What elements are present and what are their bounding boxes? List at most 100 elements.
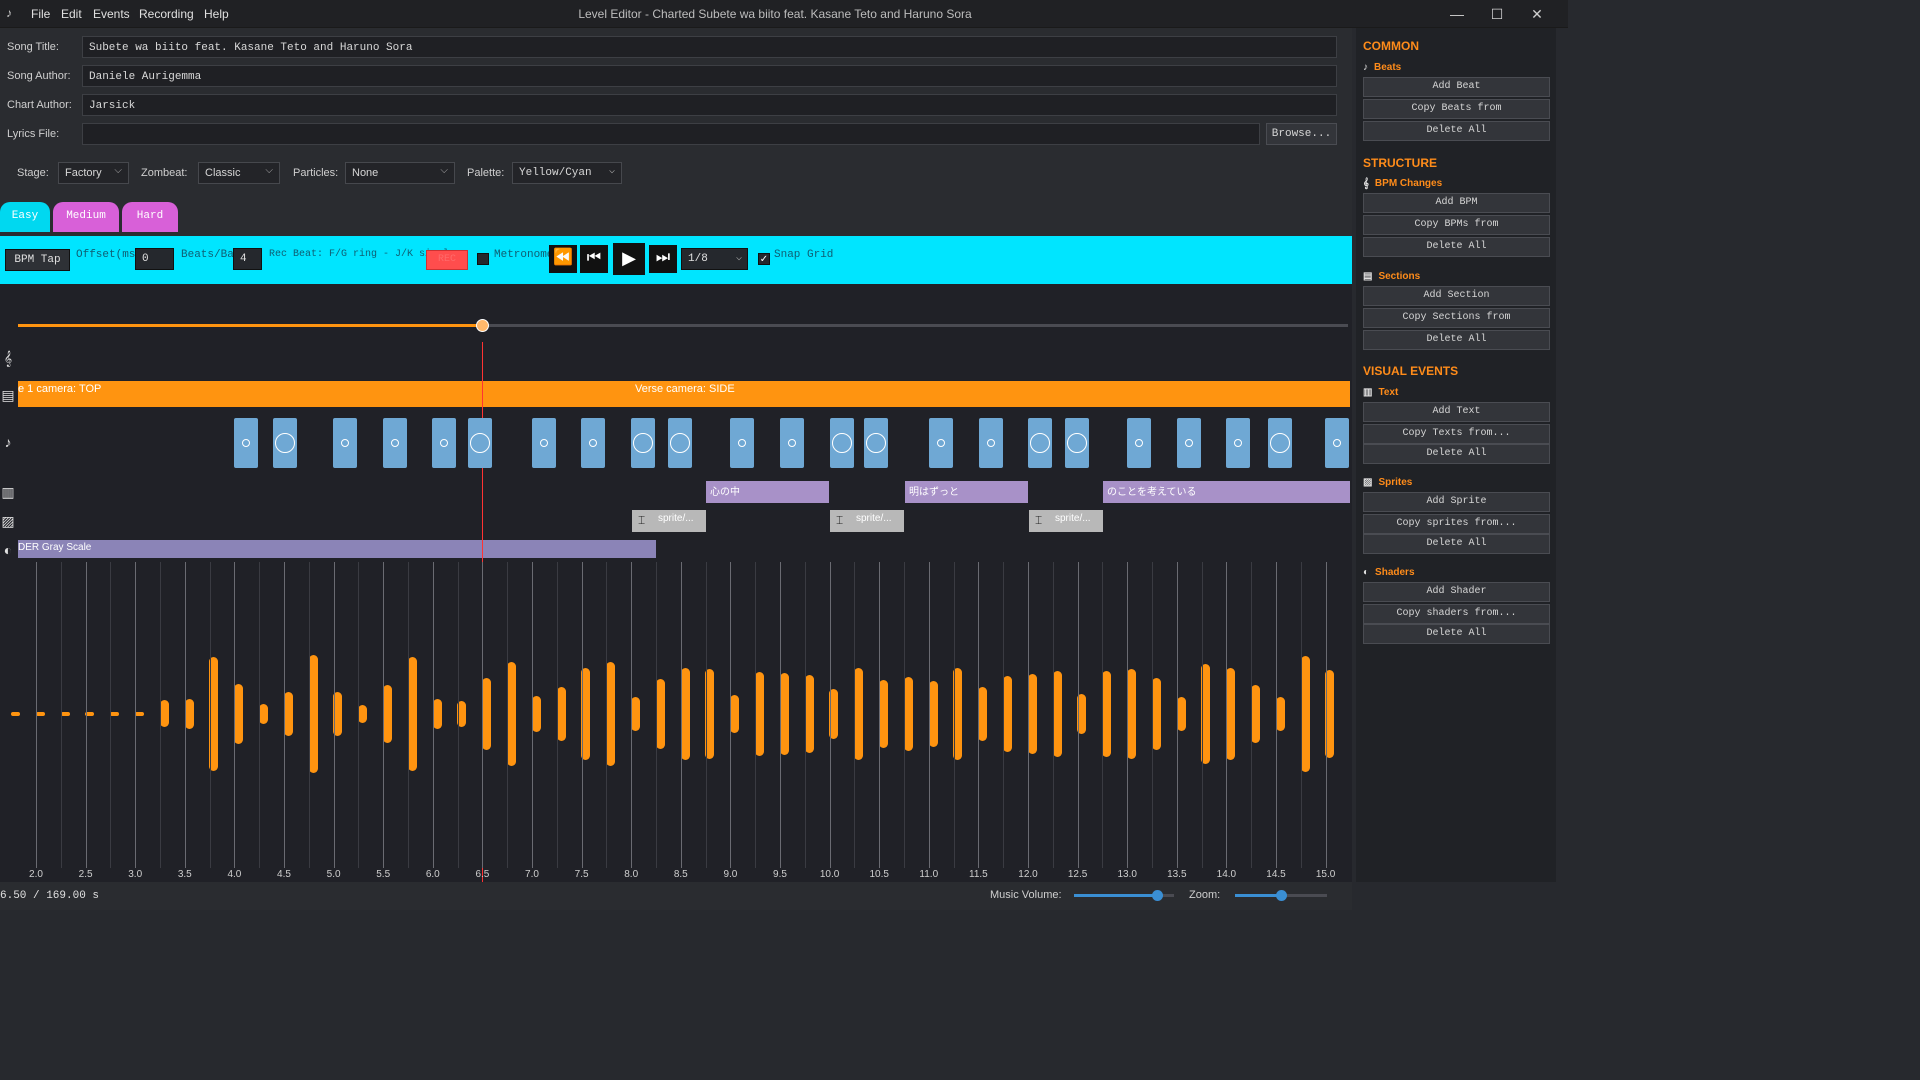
tab-hard[interactable]: Hard (122, 202, 178, 232)
single-beat-note[interactable] (234, 418, 258, 468)
ring-beat-note[interactable] (468, 418, 492, 468)
single-beat-note[interactable] (929, 418, 953, 468)
waveform-peak (308, 655, 318, 773)
grid-line (1077, 562, 1079, 868)
waveform-peak (556, 686, 566, 742)
grid-division-select[interactable]: 1/8 ⌵ (681, 248, 748, 270)
music-note-icon: ♪ (4, 434, 12, 450)
sections-lane[interactable]: e 1 camera: TOP Verse camera: SIDE (18, 381, 1350, 407)
snap-grid-checkbox[interactable]: ✓ (758, 253, 770, 265)
ring-beat-note[interactable] (1268, 418, 1292, 468)
grid-line (284, 562, 285, 868)
sprite-event[interactable]: ⌶ sprite/... (1029, 510, 1103, 532)
ring-beat-note[interactable] (830, 418, 854, 468)
delete-texts-button[interactable]: Delete All (1363, 444, 1550, 464)
add-section-button[interactable]: Add Section (1363, 286, 1550, 306)
single-beat-note[interactable] (532, 418, 556, 468)
seek-handle[interactable] (476, 319, 490, 332)
zoom-fill (1235, 894, 1281, 897)
single-beat-note[interactable] (730, 418, 754, 468)
note-ring-icon (589, 439, 597, 447)
copy-bpms-button[interactable]: Copy BPMs from (1363, 215, 1550, 235)
palette-label: Palette: (467, 167, 505, 179)
zoom-slider[interactable] (1235, 890, 1327, 901)
music-volume-handle[interactable] (1152, 890, 1163, 901)
waveform-peak (1003, 675, 1012, 753)
shader-event[interactable]: DER Gray Scale (18, 540, 656, 558)
tab-medium[interactable]: Medium (53, 202, 119, 232)
title-bar: ♪ File Edit Events Recording Help Level … (0, 0, 1568, 28)
copy-sprites-button[interactable]: Copy sprites from... (1363, 514, 1550, 534)
offset-input[interactable]: 0 (135, 248, 174, 270)
skip-forward-icon[interactable]: ⏭ (649, 245, 677, 273)
single-beat-note[interactable] (1325, 418, 1349, 468)
waveform-peak (11, 712, 20, 716)
lyrics-file-input[interactable] (82, 123, 1260, 145)
time-tick-label: 7.0 (525, 869, 539, 880)
add-shader-button[interactable]: Add Shader (1363, 582, 1550, 602)
close-icon[interactable]: ✕ (1528, 5, 1546, 23)
browse-button[interactable]: Browse... (1266, 123, 1337, 145)
delete-sprites-button[interactable]: Delete All (1363, 534, 1550, 554)
single-beat-note[interactable] (1127, 418, 1151, 468)
single-beat-note[interactable] (1226, 418, 1250, 468)
lyric-event[interactable]: 心の中 (706, 481, 829, 503)
stage-select[interactable]: Factory ⌵ (58, 162, 129, 184)
copy-texts-button[interactable]: Copy Texts from... (1363, 424, 1550, 444)
add-beat-button[interactable]: Add Beat (1363, 77, 1550, 97)
single-beat-note[interactable] (383, 418, 407, 468)
delete-sections-button[interactable]: Delete All (1363, 330, 1550, 350)
chart-author-input[interactable]: Jarsick (82, 94, 1337, 116)
playback-time: 6.50 / 169.00 s (0, 890, 100, 902)
delete-beats-button[interactable]: Delete All (1363, 121, 1550, 141)
song-author-input[interactable]: Daniele Aurigemma (82, 65, 1337, 87)
minimize-icon[interactable]: — (1448, 5, 1466, 23)
waveform-peak (1226, 667, 1236, 761)
song-title-input[interactable]: Subete wa biito feat. Kasane Teto and Ha… (82, 36, 1337, 58)
ring-beat-note[interactable] (864, 418, 888, 468)
lyric-event[interactable]: のことを考えている (1103, 481, 1350, 503)
delete-shaders-button[interactable]: Delete All (1363, 624, 1550, 644)
timeline[interactable]: 𝄞 ▤ ♪ ▥ ▨ ◐ e 1 camera: TOP Verse camera… (0, 284, 1352, 882)
bpm-tap-button[interactable]: BPM Tap (5, 249, 70, 271)
lyric-event[interactable]: 明はずっと (905, 481, 1028, 503)
ring-beat-note[interactable] (1028, 418, 1052, 468)
ring-beat-note[interactable] (668, 418, 692, 468)
waveform-peak (903, 677, 913, 751)
beats-per-bar-input[interactable]: 4 (233, 248, 262, 270)
ring-beat-note[interactable] (631, 418, 655, 468)
single-beat-note[interactable] (1177, 418, 1201, 468)
particles-select[interactable]: None ⌵ (345, 162, 455, 184)
single-beat-note[interactable] (333, 418, 357, 468)
add-sprite-button[interactable]: Add Sprite (1363, 492, 1550, 512)
single-beat-note[interactable] (581, 418, 605, 468)
zoom-handle[interactable] (1276, 890, 1287, 901)
add-text-button[interactable]: Add Text (1363, 402, 1550, 422)
note-ring-icon (1067, 433, 1087, 453)
skip-back-icon[interactable]: ⏮ (580, 245, 608, 273)
metronome-checkbox[interactable] (477, 253, 489, 265)
copy-beats-button[interactable]: Copy Beats from (1363, 99, 1550, 119)
tab-easy[interactable]: Easy (0, 202, 50, 232)
maximize-icon[interactable]: ☐ (1488, 5, 1506, 23)
waveform-peak (283, 692, 293, 736)
ring-beat-note[interactable] (1065, 418, 1089, 468)
zombeat-select[interactable]: Classic ⌵ (198, 162, 280, 184)
ring-beat-note[interactable] (273, 418, 297, 468)
sprite-event[interactable]: ⌶ sprite/... (830, 510, 904, 532)
single-beat-note[interactable] (780, 418, 804, 468)
sprite-event[interactable]: ⌶ sprite/... (632, 510, 706, 532)
grid-line (780, 562, 781, 868)
play-icon[interactable]: ▶ (613, 243, 645, 275)
palette-select[interactable]: Yellow/Cyan ⌵ (512, 162, 622, 184)
single-beat-note[interactable] (979, 418, 1003, 468)
single-beat-note[interactable] (432, 418, 456, 468)
waveform-peak (432, 698, 442, 730)
add-bpm-button[interactable]: Add BPM (1363, 193, 1550, 213)
record-button[interactable]: REC (426, 250, 468, 270)
rewind-icon[interactable]: ⏪ (549, 245, 577, 273)
copy-shaders-button[interactable]: Copy shaders from... (1363, 604, 1550, 624)
music-volume-slider[interactable] (1074, 890, 1174, 901)
copy-sections-button[interactable]: Copy Sections from (1363, 308, 1550, 328)
delete-bpms-button[interactable]: Delete All (1363, 237, 1550, 257)
